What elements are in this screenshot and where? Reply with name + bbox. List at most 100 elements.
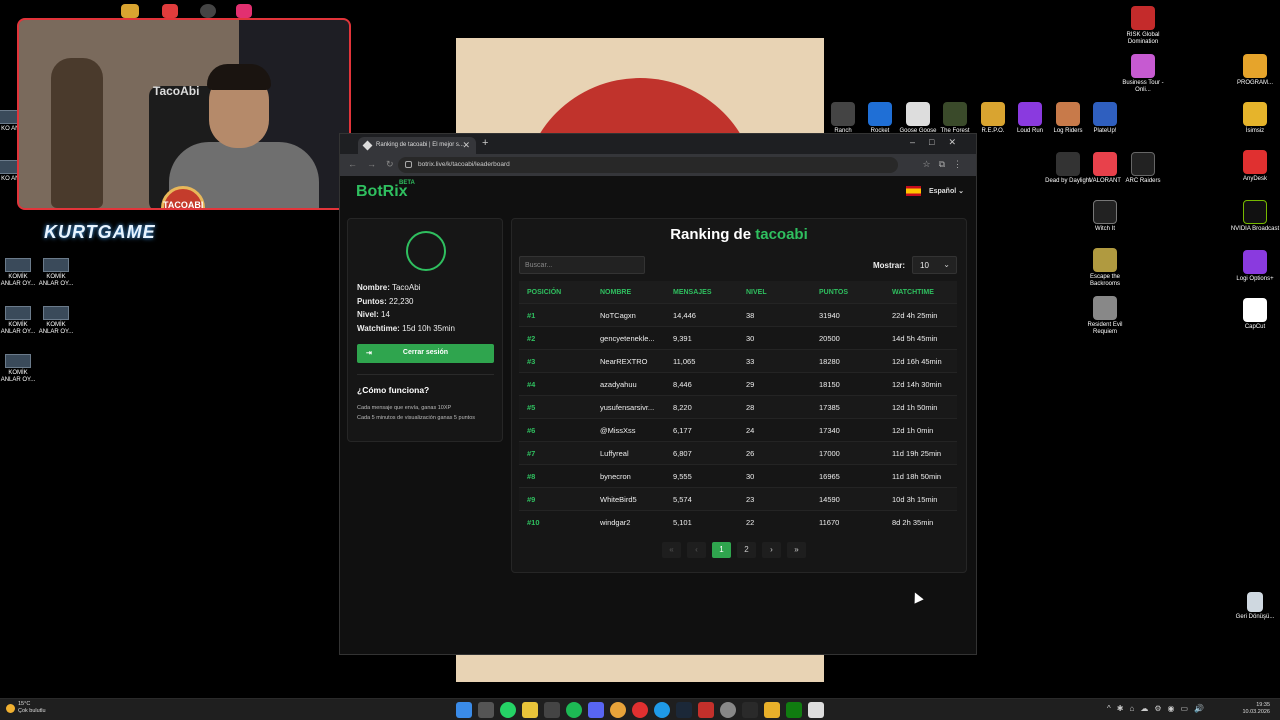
whatsapp-icon[interactable] [500, 702, 516, 718]
kurtgame-overlay-logo: KURTGAME [44, 222, 156, 242]
desktop-icon-nvidia-broadcast[interactable]: NVIDIA Broadcast [1230, 200, 1280, 233]
browser-tab[interactable]: Ranking de tacoabi | El mejor s... ✕ [358, 137, 476, 154]
last-page-button[interactable]: » [787, 542, 806, 558]
weather-widget[interactable]: 15°C Çok bulutlu [6, 701, 46, 715]
leaderboard-title: Ranking de tacoabi [670, 226, 808, 243]
desktop-icon-komik-2[interactable]: KOMİK ANLAR OY... [36, 258, 76, 288]
opera-icon[interactable] [632, 702, 648, 718]
chair-logo-text: TacoAbi [153, 84, 200, 98]
desktop-icon-capcut[interactable]: CapCut [1230, 298, 1280, 331]
table-cell: 6,807 [673, 448, 692, 458]
table-row: #6 @MissXss 6,177 24 17340 12d 1h 0min [519, 418, 957, 441]
desktop-icon-anydesk[interactable]: AnyDesk [1230, 150, 1280, 183]
table-cell: 9,391 [673, 333, 692, 343]
steam-icon[interactable] [676, 702, 692, 718]
table-cell: #5 [527, 402, 536, 412]
app-icon-white[interactable] [808, 702, 824, 718]
prev-page-button[interactable]: ‹ [687, 542, 706, 558]
extension-icons[interactable]: ☆⧉⋮ [923, 159, 971, 170]
obs-taskbar-icon[interactable] [720, 702, 736, 718]
desktop-icon-komik-3[interactable]: KOMİK ANLAR OY... [0, 306, 38, 336]
url-field[interactable]: botrix.live/k/tacoabi/leaderboard [398, 157, 898, 173]
discord-icon[interactable] [588, 702, 604, 718]
window-controls[interactable]: –□✕ [910, 137, 970, 148]
page-2-button[interactable]: 2 [737, 542, 756, 558]
desktop-icon-program[interactable]: PROGRAM... [1230, 54, 1280, 87]
app-icon-yellow[interactable] [764, 702, 780, 718]
search-input[interactable] [519, 256, 645, 274]
new-tab-icon[interactable]: + [482, 137, 488, 149]
profile-points: 22,230 [389, 296, 414, 306]
profile-card: Nombre: TacoAbi Puntos: 22,230 Nivel: 14… [347, 218, 503, 442]
nav-buttons[interactable]: ←→↻ [348, 159, 404, 170]
explorer-icon[interactable] [522, 702, 538, 718]
recycle-bin-icon[interactable]: Geri Dönüşü... [1230, 592, 1280, 621]
app-icon-red[interactable] [698, 702, 714, 718]
next-page-button[interactable]: › [762, 542, 781, 558]
table-cell: 12d 1h 0min [892, 425, 934, 435]
table-cell: 22 [746, 517, 755, 527]
table-cell: 11d 18h 50min [892, 471, 942, 481]
desktop-icon-isimsiz[interactable]: İsimsiz [1230, 102, 1280, 135]
desktop-icon-plateup[interactable]: PlateUp! [1080, 102, 1130, 135]
page-1-button[interactable]: 1 [712, 542, 731, 558]
avatar [406, 231, 446, 271]
table-cell: 5,101 [673, 517, 692, 527]
desktop-icon-arc-raiders[interactable]: ARC Raiders [1118, 152, 1168, 185]
desktop-icon-logi-options[interactable]: Logi Options+ [1230, 250, 1280, 283]
table-cell: #8 [527, 471, 536, 481]
table-row: #1 NoTCagxn 14,446 38 31940 22d 4h 25min [519, 303, 957, 326]
desktop-icon-komik-1[interactable]: KOMİK ANLAR OY... [0, 258, 38, 288]
chatgpt-icon[interactable] [544, 702, 560, 718]
table-cell: 9,555 [673, 471, 692, 481]
table-cell: 38 [746, 310, 755, 320]
xbox-icon[interactable] [786, 702, 802, 718]
table-row: #3 NearREXTRO 11,065 33 18280 12d 16h 45min [519, 349, 957, 372]
table-header: POSICIÓN NOMBRE MENSAJES NIVEL PUNTOS WA… [519, 281, 957, 303]
epic-icon[interactable] [742, 702, 758, 718]
language-label: Español [928, 187, 957, 195]
table-body: #1 NoTCagxn 14,446 38 31940 22d 4h 25min #2 gen… [519, 303, 957, 533]
spotify-icon[interactable] [566, 702, 582, 718]
leaderboard-table: POSICIÓN NOMBRE MENSAJES NIVEL PUNTOS WA… [519, 281, 957, 533]
clock[interactable]: 19:35 10.03.2026 [1242, 702, 1270, 716]
weather-icon [6, 704, 15, 713]
chrome-icon[interactable] [610, 702, 626, 718]
table-cell: 14590 [819, 494, 840, 504]
desktop-icon-escape-backrooms[interactable]: Escape the Backrooms [1080, 248, 1130, 288]
chevron-down-icon: ⌄ [943, 260, 950, 269]
system-tray[interactable]: ^✱⌂☁⚙◉▭🔊 [1107, 704, 1210, 713]
first-page-button[interactable]: « [662, 542, 681, 558]
desktop-icon-risk[interactable]: RISK Global Domination [1118, 6, 1168, 46]
start-icon[interactable] [456, 702, 472, 718]
table-cell: 11d 19h 25min [892, 448, 942, 458]
table-cell: 33 [746, 356, 755, 366]
table-cell: 14d 5h 45min [892, 333, 938, 343]
site-info-icon[interactable] [405, 161, 412, 168]
edge-icon[interactable] [654, 702, 670, 718]
botrix-favicon-icon [362, 140, 373, 151]
desktop-icon-business-tour[interactable]: Business Tour - Onli... [1118, 54, 1168, 94]
table-cell: 17000 [819, 448, 840, 458]
table-cell: 18280 [819, 356, 840, 366]
table-cell: 10d 3h 15min [892, 494, 938, 504]
table-cell: 17340 [819, 425, 840, 435]
taskbar: 15°C Çok bulutlu ^✱⌂☁⚙◉▭🔊 19:35 10.03.20… [0, 698, 1280, 720]
show-count-select[interactable]: 10 ⌄ [912, 256, 957, 274]
logout-button[interactable]: ⇥ Cerrar sesión [357, 344, 494, 363]
tab-bar: Ranking de tacoabi | El mejor s... ✕ + –… [340, 134, 976, 154]
language-select[interactable]: Español ⌄ [905, 186, 964, 196]
table-cell: 18150 [819, 379, 840, 389]
table-cell: 12d 14h 30min [892, 379, 942, 389]
table-cell: 11670 [819, 517, 840, 527]
taskview-icon[interactable] [478, 702, 494, 718]
desktop-icon-witch-it[interactable]: Witch It [1080, 200, 1130, 233]
table-cell: 8,220 [673, 402, 692, 412]
table-row: #2 gencyetenekle... 9,391 30 20500 14d 5h 45m… [519, 326, 957, 349]
tab-close-icon[interactable]: ✕ [462, 140, 470, 151]
desktop-icon-resident-evil[interactable]: Resident Evil Requiem [1080, 296, 1130, 336]
table-cell: 29 [746, 379, 755, 389]
table-cell: 14,446 [673, 310, 696, 320]
desktop-icon-komik-5[interactable]: KOMİK ANLAR OY... [0, 354, 38, 384]
desktop-icon-komik-4[interactable]: KOMİK ANLAR OY... [36, 306, 76, 336]
